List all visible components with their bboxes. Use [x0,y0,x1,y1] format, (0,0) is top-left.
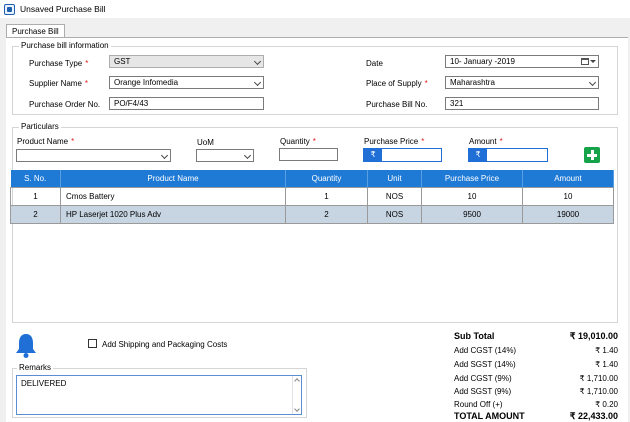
calendar-icon [581,58,589,65]
particulars-title: Particulars [19,122,61,131]
product-name-label: Product Name * [17,137,75,146]
dropdown-arrow-icon [590,60,596,63]
place-of-supply-select[interactable]: Maharashtra [445,76,599,89]
shipping-checkbox[interactable] [88,339,97,348]
cgst14-value: ₹ 1.40 [595,346,618,355]
remarks-textarea[interactable]: DELIVERED [16,375,302,415]
uom-select[interactable] [196,149,254,162]
table-row[interactable]: 1 Cmos Battery 1 NOS 10 10 [10,186,614,206]
purchase-order-label: Purchase Order No. [29,100,101,109]
cell-amount: 10 [522,186,614,206]
title-bar: Unsaved Purchase Bill [0,0,630,18]
product-name-select[interactable] [16,149,171,162]
amount-label: Amount * [469,137,503,146]
shipping-label[interactable]: Add Shipping and Packaging Costs [102,340,227,349]
purchase-price-label: Purchase Price * [364,137,425,146]
supplier-name-label: Supplier Name * [29,79,89,88]
window-title: Unsaved Purchase Bill [20,4,106,14]
col-header-quantity[interactable]: Quantity [285,170,368,187]
round-off-value: ₹ 0.20 [595,400,618,409]
purchase-type-select[interactable]: GST [109,55,264,68]
chevron-down-icon [588,78,597,87]
chevron-down-icon [253,78,262,87]
date-label: Date [366,59,383,68]
sub-total-value: ₹ 19,010.00 [569,331,618,341]
scroll-up-icon [294,378,300,384]
chevron-down-icon [243,151,252,160]
sgst9-value: ₹ 1,710.00 [579,387,618,396]
uom-label: UoM [197,138,214,147]
cell-sno: 1 [10,186,61,206]
sgst14-label: Add SGST (14%) [454,360,516,369]
cell-price: 10 [421,186,523,206]
table-header-row: S. No. Product Name Quantity Unit Purcha… [10,170,614,187]
cell-amount: 19000 [522,204,614,224]
purchase-order-input[interactable]: PO/F4/43 [109,97,264,110]
sub-total-label: Sub Total [454,331,495,341]
scroll-down-icon [294,406,300,412]
quantity-label: Quantity * [280,137,316,146]
cell-unit: NOS [367,186,422,206]
remarks-title: Remarks [17,363,54,372]
cell-quantity: 2 [285,204,368,224]
chevron-down-icon [253,57,262,66]
cell-product: Cmos Battery [60,186,286,206]
remarks-scrollbar[interactable] [292,376,301,414]
rupee-icon: ₹ [364,149,382,161]
cell-unit: NOS [367,204,422,224]
cgst9-value: ₹ 1,710.00 [579,374,618,383]
purchase-price-input[interactable]: ₹ [363,148,442,162]
chevron-down-icon [160,151,169,160]
col-header-price[interactable]: Purchase Price [421,170,523,187]
sgst14-value: ₹ 1.40 [595,360,618,369]
purchase-bill-no-input[interactable]: 321 [445,97,599,110]
items-table: S. No. Product Name Quantity Unit Purcha… [10,170,614,224]
sgst9-label: Add SGST (9%) [454,387,512,396]
col-header-sno[interactable]: S. No. [10,170,61,187]
place-of-supply-label: Place of Supply * [366,79,428,88]
cgst9-label: Add CGST (9%) [454,374,512,383]
bell-icon[interactable] [15,332,37,358]
add-item-button[interactable] [584,147,600,163]
cell-product: HP Laserjet 1020 Plus Adv [60,204,286,224]
tab-purchase-bill[interactable]: Purchase Bill [6,24,65,38]
quantity-input[interactable] [279,148,338,161]
table-row[interactable]: 2 HP Laserjet 1020 Plus Adv 2 NOS 9500 1… [10,204,614,224]
round-off-label: Round Off (+) [454,400,503,409]
date-picker[interactable]: 10- January -2019 [445,55,599,68]
col-header-unit[interactable]: Unit [367,170,422,187]
cell-quantity: 1 [285,186,368,206]
rupee-icon: ₹ [469,149,487,161]
total-amount-label: TOTAL AMOUNT [454,411,525,421]
cell-price: 9500 [421,204,523,224]
col-header-amount[interactable]: Amount [522,170,614,187]
purchase-bill-no-label: Purchase Bill No. [366,100,428,109]
col-header-product[interactable]: Product Name [60,170,286,187]
purchase-type-label: Purchase Type * [29,59,89,68]
total-amount-value: ₹ 22,433.00 [569,411,618,421]
purchase-info-title: Purchase bill information [19,41,111,50]
cgst14-label: Add CGST (14%) [454,346,517,355]
cell-sno: 2 [10,204,61,224]
app-icon [4,3,15,15]
supplier-name-select[interactable]: Orange Infomedia [109,76,264,89]
amount-input[interactable]: ₹ [468,148,548,162]
remarks-text: DELIVERED [21,379,67,388]
